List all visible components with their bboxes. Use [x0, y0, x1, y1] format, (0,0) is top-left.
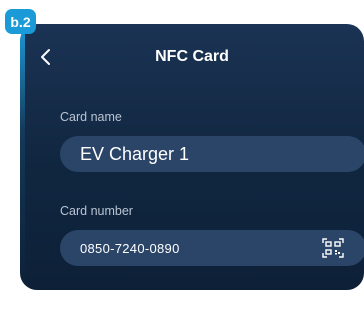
- card-name-input[interactable]: [80, 143, 320, 165]
- card-name-label: Card name: [60, 110, 122, 124]
- page-title: NFC Card: [155, 48, 229, 65]
- step-badge-label: b.2: [10, 13, 31, 30]
- qr-scan-icon: [322, 238, 344, 258]
- card-number-label: Card number: [60, 204, 133, 218]
- card-number-input[interactable]: [80, 240, 320, 256]
- card-number-field[interactable]: [60, 230, 364, 266]
- card-name-field[interactable]: [60, 136, 364, 172]
- qr-scan-button[interactable]: [322, 238, 344, 258]
- step-badge: b.2: [5, 9, 36, 34]
- header: NFC Card: [20, 24, 364, 86]
- nfc-card-panel: NFC Card Card name Card number: [20, 24, 364, 290]
